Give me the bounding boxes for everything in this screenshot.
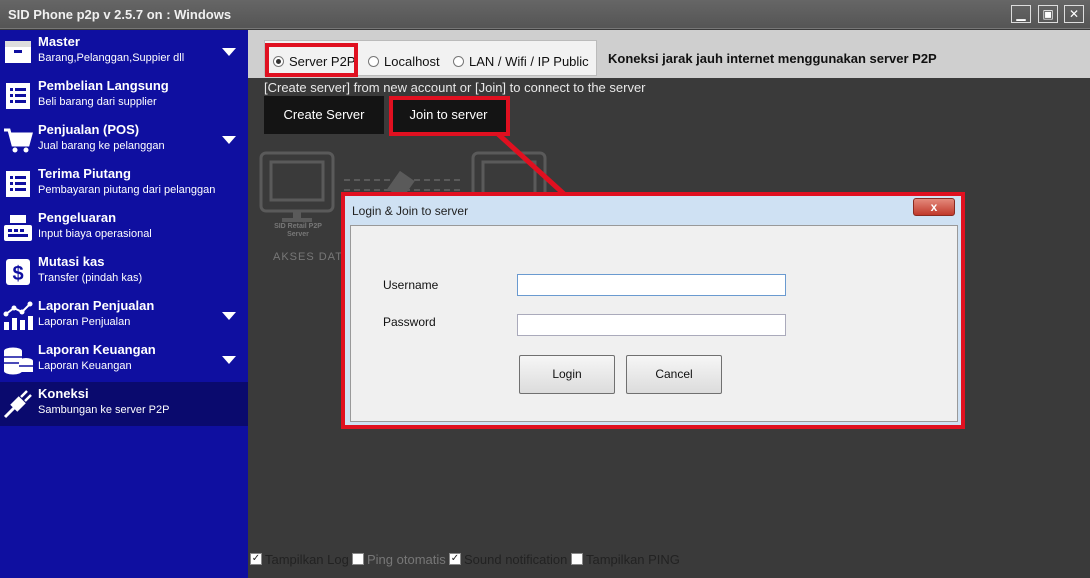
- radio-label: Localhost: [384, 54, 440, 69]
- list-icon: [6, 83, 30, 109]
- list-icon: [6, 171, 30, 197]
- box-icon: [5, 41, 31, 63]
- create-server-button[interactable]: Create Server: [264, 96, 384, 134]
- sidebar-item-subtitle: Input biaya operasional: [38, 228, 152, 240]
- cart-icon: [4, 128, 33, 153]
- sidebar-item-pengeluaran[interactable]: Pengeluaran Input biaya operasional: [0, 206, 248, 250]
- sidebar-item-title: Pembelian Langsung: [38, 78, 169, 93]
- sidebar-item-laporan-penjualan[interactable]: Laporan Penjualan Laporan Penjualan: [0, 294, 248, 338]
- sidebar-item-subtitle: Jual barang ke pelanggan: [38, 140, 165, 152]
- sidebar-item-laporan-keuangan[interactable]: Laporan Keuangan Laporan Keuangan: [0, 338, 248, 382]
- checkbox-box[interactable]: [352, 553, 364, 565]
- server-monitor-icon: [259, 151, 335, 222]
- sidebar-item-mutasi-kas[interactable]: $ Mutasi kas Transfer (pindah kas): [0, 250, 248, 294]
- radio-label: LAN / Wifi / IP Public: [469, 54, 589, 69]
- sidebar-item-subtitle: Transfer (pindah kas): [38, 272, 143, 284]
- sidebar-item-terima-piutang[interactable]: Terima Piutang Pembayaran piutang dari p…: [0, 162, 248, 206]
- server-caption: SID Retail P2P: [274, 223, 322, 230]
- sidebar-item-subtitle: Laporan Keuangan: [38, 360, 132, 372]
- sidebar-item-title: Koneksi: [38, 386, 89, 401]
- callout-line: [496, 132, 566, 196]
- checkbox-label: Tampilkan PING: [586, 552, 680, 567]
- sidebar-item-pembelian[interactable]: Pembelian Langsung Beli barang dari supp…: [0, 74, 248, 118]
- checkbox-box[interactable]: ✓: [250, 553, 262, 565]
- svg-text:$: $: [12, 263, 23, 285]
- sidebar-item-master[interactable]: Master Barang,Pelanggan,Suppier dll: [0, 30, 248, 74]
- sidebar-item-penjualan[interactable]: Penjualan (POS) Jual barang ke pelanggan: [0, 118, 248, 162]
- sidebar-menu: Master Barang,Pelanggan,Suppier dll Pemb…: [0, 30, 248, 578]
- window-titlebar[interactable]: SID Phone p2p v 2.5.7 on : Windows ▁ ▣ ✕: [0, 0, 1090, 29]
- connection-description: Koneksi jarak jauh internet menggunakan …: [608, 51, 937, 66]
- chevron-down-icon[interactable]: [222, 48, 236, 56]
- plug-icon: [3, 390, 32, 419]
- radio-dot[interactable]: [453, 56, 464, 67]
- coins-icon: [4, 347, 33, 375]
- sidebar-item-title: Laporan Penjualan: [38, 298, 155, 313]
- highlight-dialog-box: [341, 192, 965, 429]
- sidebar-item-subtitle: Beli barang dari supplier: [38, 96, 157, 108]
- server-caption-sub: Server: [287, 231, 309, 238]
- checkbox-label: Ping otomatis: [367, 552, 446, 567]
- sidebar-item-subtitle: Laporan Penjualan: [38, 316, 131, 328]
- sidebar-item-koneksi[interactable]: Koneksi Sambungan ke server P2P: [0, 382, 248, 426]
- window-title: SID Phone p2p v 2.5.7 on : Windows: [8, 7, 232, 22]
- window-close-button[interactable]: ✕: [1064, 5, 1084, 23]
- sidebar-item-title: Penjualan (POS): [38, 122, 140, 137]
- akses-data-label: AKSES DATA: [273, 251, 351, 263]
- chart-icon: [3, 301, 33, 330]
- sidebar-item-title: Pengeluaran: [38, 210, 117, 225]
- maximize-button[interactable]: ▣: [1038, 5, 1058, 23]
- sidebar-item-subtitle: Pembayaran piutang dari pelanggan: [38, 184, 216, 196]
- sidebar-item-title: Mutasi kas: [38, 254, 105, 269]
- cash-register-icon: [4, 215, 32, 241]
- instruction-text: [Create server] from new account or [Joi…: [264, 80, 646, 95]
- dollar-icon: $: [6, 259, 30, 285]
- sidebar-item-title: Master: [38, 34, 80, 49]
- sidebar-item-subtitle: Sambungan ke server P2P: [38, 404, 170, 416]
- checkbox-label: Tampilkan Log: [265, 552, 349, 567]
- checkbox-box[interactable]: [571, 553, 583, 565]
- highlight-radio-box: [265, 43, 358, 77]
- checkbox-box[interactable]: ✓: [449, 553, 461, 565]
- checkbox-label: Sound notification: [464, 552, 568, 567]
- minimize-button[interactable]: ▁: [1011, 5, 1031, 23]
- chevron-down-icon[interactable]: [222, 136, 236, 144]
- sidebar-item-title: Terima Piutang: [38, 166, 131, 181]
- radio-dot[interactable]: [368, 56, 379, 67]
- sidebar-item-subtitle: Barang,Pelanggan,Suppier dll: [38, 52, 185, 64]
- sidebar-item-title: Laporan Keuangan: [38, 342, 156, 357]
- chevron-down-icon[interactable]: [222, 356, 236, 364]
- chevron-down-icon[interactable]: [222, 312, 236, 320]
